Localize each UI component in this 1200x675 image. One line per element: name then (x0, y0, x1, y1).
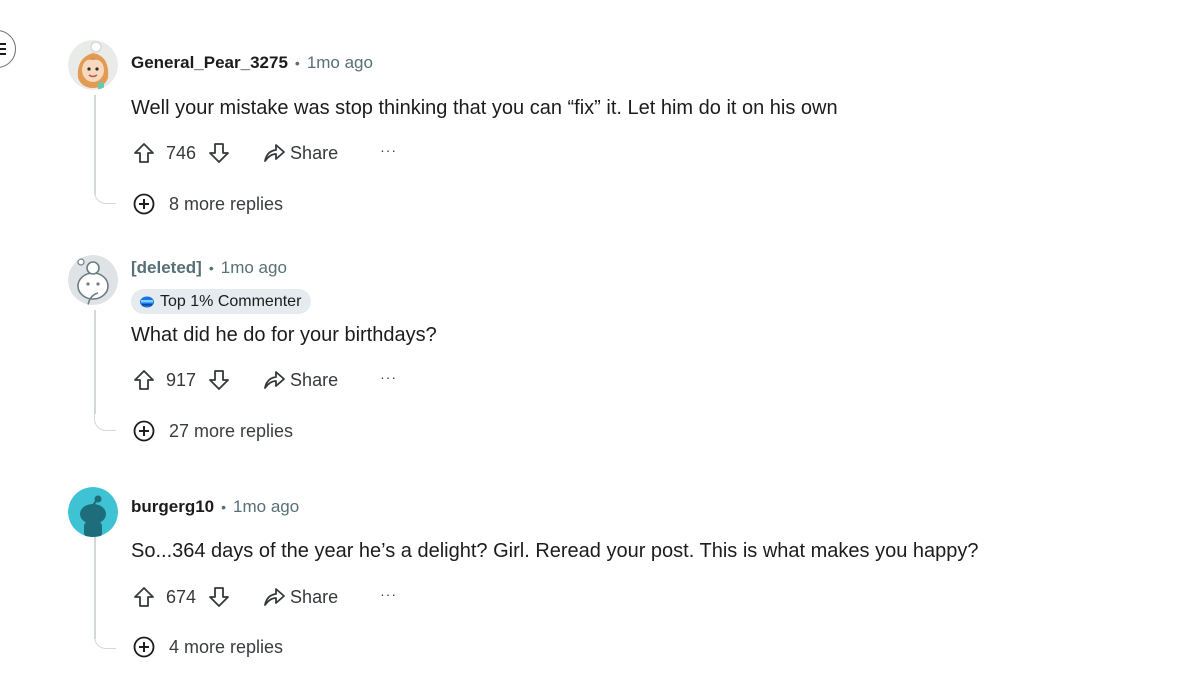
thread-line (94, 537, 96, 639)
badge-label: Top 1% Commenter (160, 292, 302, 310)
more-replies-button[interactable]: 4 more replies (131, 634, 283, 660)
username[interactable]: General_Pear_3275 (131, 53, 288, 73)
top-commenter-badge: Top 1% Commenter (131, 289, 312, 314)
comment: burgerg10 • 1mo ago So...364 days of the… (68, 487, 1178, 667)
share-button[interactable]: Share (262, 369, 338, 391)
thread-line (94, 413, 116, 431)
overflow-menu-button[interactable]: ··· (380, 369, 397, 385)
overflow-menu-button[interactable]: ··· (380, 142, 397, 158)
downvote-button[interactable] (206, 584, 232, 610)
comment-actions: 674 Share ··· (131, 584, 397, 610)
timestamp[interactable]: 1mo ago (307, 53, 373, 73)
vote-score: 746 (166, 142, 197, 163)
thread-line (94, 186, 116, 204)
vote-group: 674 (131, 584, 232, 610)
comment-body: Well your mistake was stop thinking that… (131, 97, 838, 119)
downvote-button[interactable] (206, 140, 232, 166)
upvote-button[interactable] (131, 584, 157, 610)
downvote-icon (209, 370, 229, 390)
snoo-avatar-girl-icon (68, 40, 118, 90)
downvote-icon (209, 143, 229, 163)
avatar[interactable] (68, 487, 118, 537)
snoo-avatar-default-icon (68, 487, 118, 537)
comment-actions: 746 Share ··· (131, 140, 397, 166)
share-label: Share (290, 586, 339, 607)
commenter-badge-icon (140, 296, 154, 307)
comment-meta: General_Pear_3275 • 1mo ago (131, 53, 373, 73)
vote-score: 917 (166, 369, 197, 390)
collapse-thread-button[interactable] (0, 30, 16, 68)
more-replies-button[interactable]: 8 more replies (131, 191, 283, 217)
downvote-button[interactable] (206, 367, 232, 393)
share-label: Share (290, 142, 339, 163)
snoo-avatar-deleted-icon (68, 255, 118, 305)
username: [deleted] (131, 258, 202, 277)
share-icon (264, 371, 285, 389)
upvote-button[interactable] (131, 140, 157, 166)
plus-circle-icon (131, 634, 157, 660)
comment-meta: burgerg10 • 1mo ago (131, 497, 299, 517)
meta-separator: • (221, 499, 227, 515)
meta-separator: • (208, 260, 214, 276)
upvote-icon (134, 143, 154, 163)
comment-body: So...364 days of the year he’s a delight… (131, 540, 979, 562)
username[interactable]: burgerg10 (131, 497, 214, 517)
upvote-button[interactable] (131, 367, 157, 393)
comment-body: What did he do for your birthdays? (131, 324, 437, 346)
plus-circle-icon (131, 191, 157, 217)
vote-group: 917 (131, 367, 232, 393)
timestamp[interactable]: 1mo ago (221, 258, 287, 278)
share-button[interactable]: Share (262, 142, 338, 164)
comment: General_Pear_3275 • 1mo ago Well your mi… (68, 40, 1178, 225)
share-icon (264, 588, 285, 606)
more-replies-label: 4 more replies (169, 636, 284, 657)
thread-line (94, 95, 96, 195)
comment-meta: [deleted] • 1mo ago (131, 258, 287, 278)
downvote-icon (209, 587, 229, 607)
avatar[interactable] (68, 40, 118, 90)
upvote-icon (134, 370, 154, 390)
timestamp[interactable]: 1mo ago (233, 497, 299, 517)
plus-circle-icon (131, 418, 157, 444)
meta-separator: • (294, 55, 300, 71)
comment-actions: 917 Share ··· (131, 367, 397, 393)
comment: [deleted] • 1mo ago Top 1% Commenter Wha… (68, 255, 1178, 455)
collapse-icon (0, 43, 6, 55)
vote-score: 674 (166, 586, 197, 607)
share-label: Share (290, 369, 339, 390)
comment-thread: General_Pear_3275 • 1mo ago Well your mi… (0, 0, 1200, 675)
more-replies-label: 27 more replies (169, 420, 294, 441)
overflow-menu-button[interactable]: ··· (380, 586, 397, 602)
vote-group: 746 (131, 140, 232, 166)
more-replies-label: 8 more replies (169, 193, 284, 214)
share-icon (264, 144, 285, 162)
share-button[interactable]: Share (262, 586, 338, 608)
thread-line (94, 310, 96, 414)
avatar[interactable] (68, 255, 118, 305)
upvote-icon (134, 587, 154, 607)
thread-line (94, 631, 116, 649)
more-replies-button[interactable]: 27 more replies (131, 418, 293, 444)
